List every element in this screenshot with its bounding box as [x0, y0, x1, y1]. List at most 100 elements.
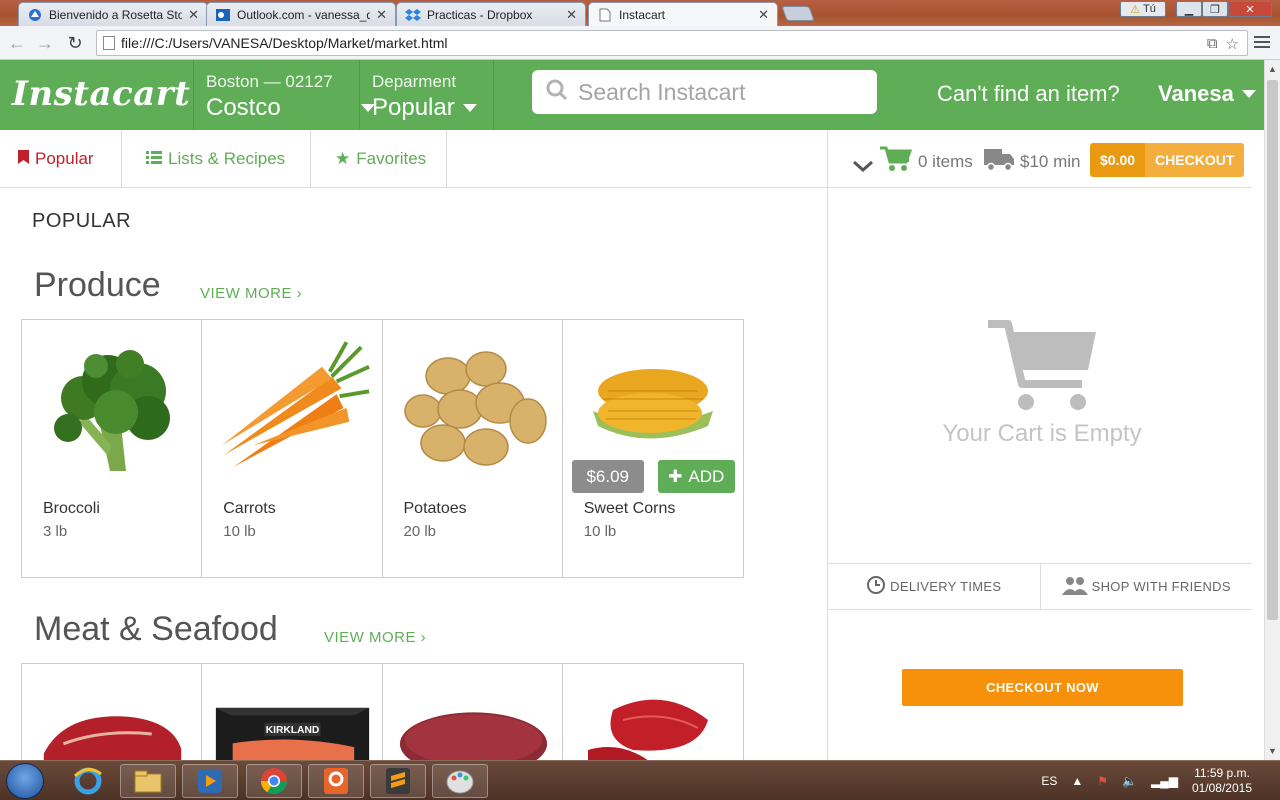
store-selector[interactable]: Boston — 02127 Costco	[206, 72, 375, 122]
scroll-thumb[interactable]	[1267, 80, 1278, 620]
product-quantity: 10 lb	[223, 523, 256, 540]
pdf-app-icon[interactable]	[308, 764, 364, 798]
product-card[interactable]: Carrots 10 lb	[202, 320, 383, 577]
translate-icon[interactable]: ⧉	[1207, 35, 1218, 53]
search-box[interactable]	[532, 70, 877, 114]
view-more-link[interactable]: VIEW MORE ›	[200, 285, 302, 302]
tab-lists-label: Lists & Recipes	[168, 149, 286, 168]
product-quantity: 3 lb	[43, 523, 68, 540]
system-tray: ES ▲ ⚑ 🔈 ▂▄▆ 11:59 p.m. 01/08/2015	[1041, 761, 1280, 800]
start-button[interactable]	[6, 763, 44, 799]
header-divider	[193, 60, 194, 130]
browser-toolbar: ← → ↻ file:///C:/Users/VANESA/Desktop/Ma…	[0, 26, 1280, 60]
category-title-meat-seafood: Meat & Seafood	[34, 610, 278, 648]
close-icon[interactable]: ✕	[376, 7, 387, 23]
instacart-logo[interactable]: Instacart	[12, 74, 190, 114]
group-icon	[1061, 575, 1088, 598]
product-card[interactable]	[563, 664, 743, 764]
internet-explorer-icon[interactable]	[60, 764, 116, 798]
window-close-button[interactable]: ✕	[1228, 1, 1272, 17]
tab-favorites[interactable]: ★ Favorites	[311, 130, 447, 188]
tab-lists-recipes[interactable]: Lists & Recipes	[122, 130, 311, 188]
browser-tab-dropbox[interactable]: Practicas - Dropbox ✕	[396, 2, 586, 26]
browser-menu-icon[interactable]	[1254, 34, 1270, 50]
tray-arrow-icon[interactable]: ▲	[1071, 774, 1083, 788]
close-icon[interactable]: ✕	[758, 7, 769, 23]
rosetta-icon	[27, 8, 43, 22]
cart-items-count[interactable]: 0 items	[880, 146, 973, 177]
product-card[interactable]: $6.09 ✚ ADD Sweet Corns 10 lb	[563, 320, 743, 577]
product-quantity: 10 lb	[583, 523, 617, 540]
tab-popular[interactable]: Popular	[0, 130, 122, 188]
tab-title: Outlook.com - vanessa_di	[237, 7, 371, 22]
app-header: Instacart Boston — 02127 Costco Deparmen…	[0, 60, 1264, 130]
scroll-down-icon[interactable]: ▼	[1268, 746, 1277, 756]
search-input[interactable]	[578, 78, 868, 106]
network-icon[interactable]: ▂▄▆	[1151, 774, 1178, 788]
warning-icon: ⚠	[1130, 3, 1141, 16]
address-bar[interactable]: file:///C:/Users/VANESA/Desktop/Market/m…	[96, 30, 1248, 56]
header-divider	[359, 60, 360, 130]
cart-summary-bar: 0 items $10 min $0.00 CHECKOUT	[828, 130, 1252, 188]
product-card[interactable]: Potatoes 20 lb	[383, 320, 563, 577]
back-arrow-icon[interactable]: ←	[6, 32, 28, 54]
product-card[interactable]: KIRKLAND	[202, 664, 383, 763]
list-icon	[146, 149, 162, 169]
star-icon: ★	[335, 149, 351, 168]
maximize-button[interactable]: ❐	[1202, 1, 1228, 17]
system-clock[interactable]: 11:59 p.m. 01/08/2015	[1192, 766, 1252, 796]
sublime-text-icon[interactable]	[370, 764, 426, 798]
chrome-icon[interactable]	[246, 764, 302, 798]
product-card[interactable]	[22, 664, 203, 764]
close-icon[interactable]: ✕	[188, 7, 199, 23]
shop-with-friends-label: SHOP WITH FRIENDS	[1091, 579, 1231, 594]
tab-shop-with-friends[interactable]: SHOP WITH FRIENDS	[1039, 564, 1253, 609]
checkout-now-button[interactable]: CHECKOUT NOW	[902, 669, 1183, 706]
bookmark-icon	[18, 149, 29, 169]
add-to-cart-button[interactable]: ✚ ADD	[657, 460, 735, 493]
product-card[interactable]: Broccoli 3 lb	[22, 320, 203, 577]
department-name: Popular	[372, 94, 455, 121]
page-scrollbar[interactable]: ▲ ▼	[1264, 60, 1280, 760]
star-icon[interactable]: ☆	[1226, 35, 1239, 53]
clock-date: 01/08/2015	[1191, 781, 1252, 795]
media-player-icon[interactable]	[182, 764, 238, 798]
cant-find-link[interactable]: Can't find an item?	[937, 81, 1120, 107]
page-title: POPULAR	[32, 210, 132, 232]
tuna-image	[575, 690, 732, 764]
search-icon	[546, 79, 568, 106]
paint-icon[interactable]	[432, 764, 488, 798]
clock-time: 11:59 p.m.	[1194, 766, 1250, 780]
cart-items-text: 0 items	[918, 151, 973, 171]
chevron-down-icon[interactable]	[852, 156, 874, 177]
category-title-produce: Produce	[34, 266, 161, 304]
close-icon[interactable]: ✕	[566, 7, 577, 23]
user-badge-label: Tú	[1143, 3, 1156, 15]
sub-navigation: Popular Lists & Recipes ★ Favorites	[0, 130, 828, 188]
product-grid-meat-seafood: KIRKLAND	[21, 663, 744, 764]
language-indicator[interactable]: ES	[1041, 774, 1057, 788]
new-tab-button[interactable]	[781, 6, 815, 21]
file-explorer-icon[interactable]	[120, 764, 176, 798]
action-center-icon[interactable]: ⚑	[1097, 774, 1108, 788]
windows-taskbar: ES ▲ ⚑ 🔈 ▂▄▆ 11:59 p.m. 01/08/2015	[0, 760, 1280, 800]
steak-image	[34, 704, 191, 764]
potatoes-image	[395, 336, 552, 476]
product-card[interactable]	[383, 664, 563, 764]
department-selector[interactable]: Deparment Popular	[372, 72, 477, 122]
reload-icon[interactable]: ↻	[64, 32, 86, 54]
volume-icon[interactable]: 🔈	[1122, 774, 1137, 788]
browser-user-badge[interactable]: ⚠ Tú	[1120, 1, 1166, 17]
broccoli-image	[34, 336, 191, 476]
user-menu[interactable]: Vanesa	[1158, 81, 1256, 107]
browser-tab-outlook[interactable]: Outlook.com - vanessa_di ✕	[206, 2, 396, 26]
view-more-link[interactable]: VIEW MORE ›	[324, 629, 426, 646]
minimize-button[interactable]: ▁	[1176, 1, 1202, 17]
product-name: Potatoes	[403, 500, 467, 517]
browser-tab-rosetta[interactable]: Bienvenido a Rosetta Stor ✕	[18, 2, 208, 26]
checkout-button[interactable]: $0.00 CHECKOUT	[1090, 143, 1245, 177]
browser-tab-instacart[interactable]: Instacart ✕	[588, 2, 778, 26]
forward-arrow-icon[interactable]: →	[34, 32, 56, 54]
tab-delivery-times[interactable]: DELIVERY TIMES	[828, 564, 1040, 609]
scroll-up-icon[interactable]: ▲	[1268, 64, 1277, 74]
